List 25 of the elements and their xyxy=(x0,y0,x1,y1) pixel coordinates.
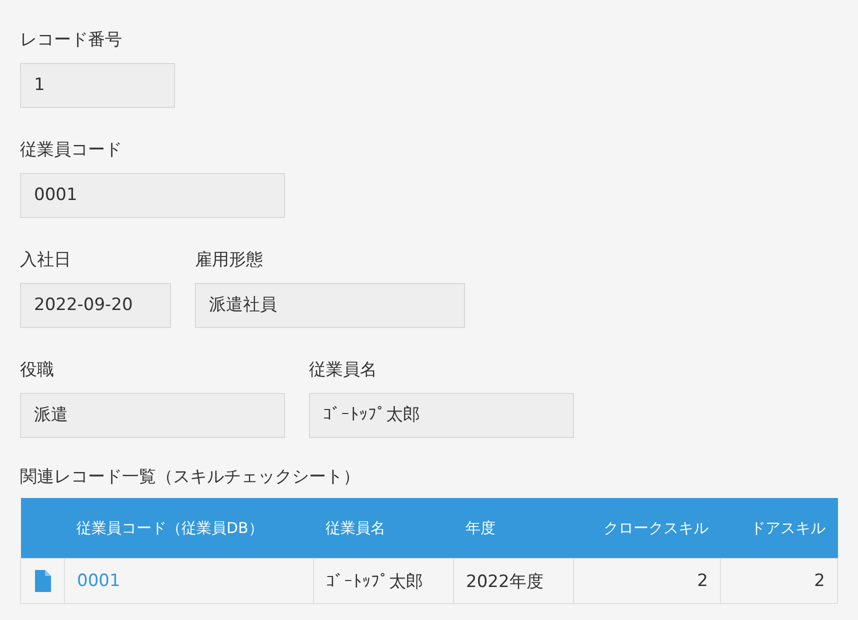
field-label: 従業員コード xyxy=(20,139,123,162)
column-header: 年度 xyxy=(454,498,574,558)
column-header: 従業員コード（従業員DB） xyxy=(64,498,314,558)
field-value: 派遣社員 xyxy=(195,283,465,328)
field-value: ｺﾞｰﾄｯﾌﾟ太郎 xyxy=(309,393,574,438)
column-header: 従業員名 xyxy=(314,498,454,558)
field-value: 0001 xyxy=(20,173,285,218)
column-header: ドアスキル xyxy=(720,498,838,558)
field-value: 1 xyxy=(20,63,175,108)
column-header: クロークスキル xyxy=(574,498,720,558)
document-icon[interactable] xyxy=(34,570,50,592)
table-cell: 2 xyxy=(574,558,720,604)
record-link[interactable]: 0001 xyxy=(77,571,120,591)
field-label: 従業員名 xyxy=(309,359,378,382)
field-label: 役職 xyxy=(20,359,55,382)
table-cell: 2022年度 xyxy=(454,558,574,604)
header-cell xyxy=(20,498,64,558)
field-value: 2022-09-20 xyxy=(20,283,171,328)
section-title: 関連レコード一覧（スキルチェックシート） xyxy=(20,466,361,489)
field-label: レコード番号 xyxy=(20,29,123,52)
table-cell: 2 xyxy=(720,558,838,604)
field-label: 入社日 xyxy=(20,249,72,272)
field-label: 雇用形態 xyxy=(195,249,264,272)
table-cell: ｺﾞｰﾄｯﾌﾟ太郎 xyxy=(314,558,454,604)
field-value: 派遣 xyxy=(20,393,285,438)
